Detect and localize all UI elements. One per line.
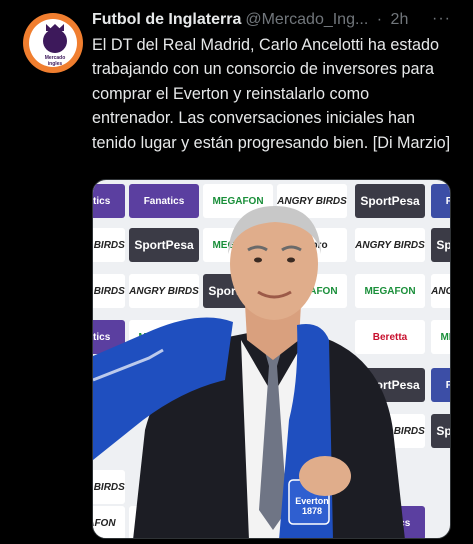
coach-figure — [93, 206, 405, 538]
tweet-header: Futbol de Inglaterra @Mercado_Ing... · 2h — [92, 10, 408, 32]
tweet-time[interactable]: 2h — [391, 11, 409, 28]
more-dots-icon[interactable]: ··· — [432, 10, 451, 28]
avatar[interactable]: Mercado ingles — [23, 13, 83, 73]
tweet-text: El DT del Real Madrid, Carlo Ancelotti h… — [92, 36, 451, 152]
author-name[interactable]: Futbol de Inglaterra — [92, 11, 241, 28]
author-handle[interactable]: @Mercado_Ing... — [245, 11, 368, 28]
everton-badge-text: Everton 1878 — [295, 496, 329, 516]
lion-icon — [43, 29, 67, 53]
tweet-media-photo[interactable]: Fanatics Fanatics MEGAFON ANGRY BIRDS Sp… — [92, 179, 451, 539]
avatar-badge: Mercado ingles — [29, 19, 77, 67]
separator-dot: · — [376, 11, 383, 28]
avatar-ring-text: Mercado ingles — [44, 55, 66, 67]
